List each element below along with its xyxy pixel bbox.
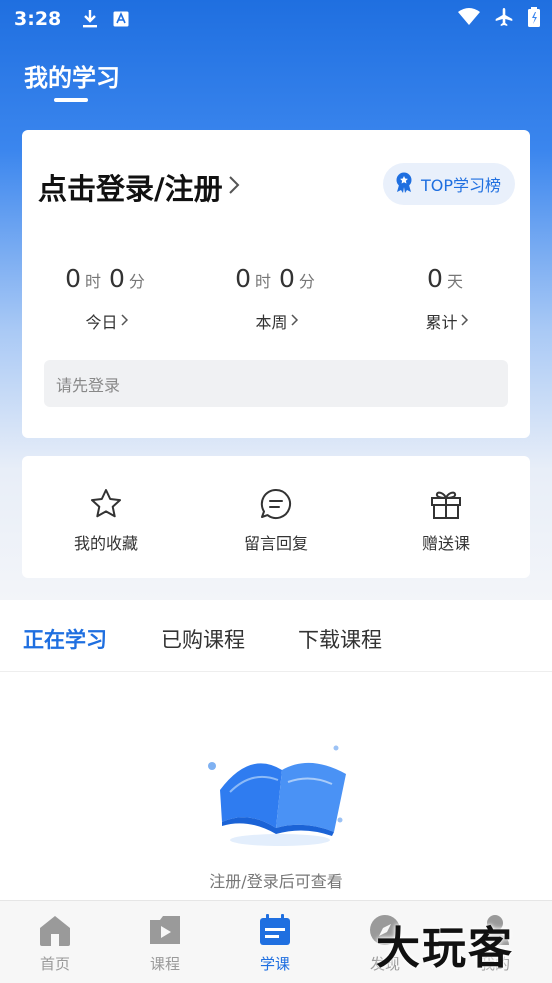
login-card: 点击登录/注册 TOP学习榜 0 时 0 分 今日 0 时 0 分 本周 0 天…	[22, 130, 530, 438]
download-icon	[81, 9, 99, 29]
title-underline	[54, 98, 88, 102]
week-hours: 0	[235, 264, 251, 293]
tab-bar: 正在学习 已购课程 下载课程	[0, 600, 552, 672]
chevron-right-icon	[290, 312, 299, 331]
favorites-button[interactable]: 我的收藏	[36, 486, 176, 554]
empty-state-text: 注册/登录后可查看	[209, 872, 343, 891]
nav-study[interactable]: 学课	[220, 913, 330, 974]
chevron-right-icon	[227, 170, 241, 204]
nav-home-label: 首页	[39, 955, 70, 973]
nav-courses-label: 课程	[149, 955, 180, 973]
gift-course-label: 赠送课	[421, 534, 470, 553]
chevron-right-icon	[460, 312, 469, 331]
gift-icon	[376, 486, 516, 522]
total-days: 0	[427, 264, 443, 293]
wifi-icon	[458, 8, 480, 30]
top-ranking-label: TOP学习榜	[420, 176, 501, 195]
play-icon	[110, 913, 220, 947]
week-minutes: 0	[279, 264, 295, 293]
star-icon	[36, 486, 176, 522]
stat-today: 0 时 0 分 今日	[22, 264, 192, 333]
watermark-logo: 大玩客	[376, 923, 514, 974]
status-time: 3:28	[14, 8, 62, 30]
week-link[interactable]: 本周	[192, 309, 362, 333]
today-label: 今日	[85, 313, 118, 332]
calendar-list-icon	[220, 913, 330, 947]
course-tabs-section: 正在学习 已购课程 下载课程 注册/登录后可查看	[0, 600, 552, 900]
tab-learning[interactable]: 正在学习	[23, 624, 107, 654]
tab-downloads[interactable]: 下载课程	[298, 624, 382, 654]
open-book-icon	[200, 740, 360, 854]
minute-unit: 分	[128, 272, 145, 291]
chat-icon	[206, 486, 346, 522]
today-minutes: 0	[109, 264, 125, 293]
nav-courses[interactable]: 课程	[110, 913, 220, 974]
airplane-icon	[494, 7, 514, 31]
tab-purchased[interactable]: 已购课程	[161, 624, 245, 654]
gift-course-button[interactable]: 赠送课	[376, 486, 516, 554]
quick-actions-card: 我的收藏 留言回复 赠送课	[22, 456, 530, 578]
hour-unit: 时	[254, 272, 271, 291]
stat-week: 0 时 0 分 本周	[192, 264, 362, 333]
total-label: 累计	[425, 313, 458, 332]
top-ranking-button[interactable]: TOP学习榜	[382, 163, 515, 205]
login-notice[interactable]: 请先登录	[44, 360, 508, 407]
page-title: 我的学习	[24, 64, 120, 92]
week-label: 本周	[255, 313, 288, 332]
favorites-label: 我的收藏	[73, 534, 138, 553]
medal-icon	[393, 171, 415, 197]
app-notification-icon	[113, 11, 129, 27]
chevron-right-icon	[120, 312, 129, 331]
battery-icon	[528, 7, 540, 31]
login-register-label: 点击登录/注册	[38, 172, 223, 206]
day-unit: 天	[446, 272, 463, 291]
home-icon	[0, 913, 110, 947]
message-replies-label: 留言回复	[243, 534, 308, 553]
total-link[interactable]: 累计	[362, 309, 532, 333]
status-bar: 3:28	[0, 0, 552, 38]
nav-study-label: 学课	[259, 955, 290, 973]
nav-home[interactable]: 首页	[0, 913, 110, 974]
today-link[interactable]: 今日	[22, 309, 192, 333]
hour-unit: 时	[84, 272, 101, 291]
study-stats: 0 时 0 分 今日 0 时 0 分 本周 0 天 累计	[22, 264, 530, 344]
message-replies-button[interactable]: 留言回复	[206, 486, 346, 554]
today-hours: 0	[65, 264, 81, 293]
stat-total: 0 天 累计	[362, 264, 532, 333]
login-register-link[interactable]: 点击登录/注册	[38, 166, 241, 208]
minute-unit: 分	[298, 272, 315, 291]
